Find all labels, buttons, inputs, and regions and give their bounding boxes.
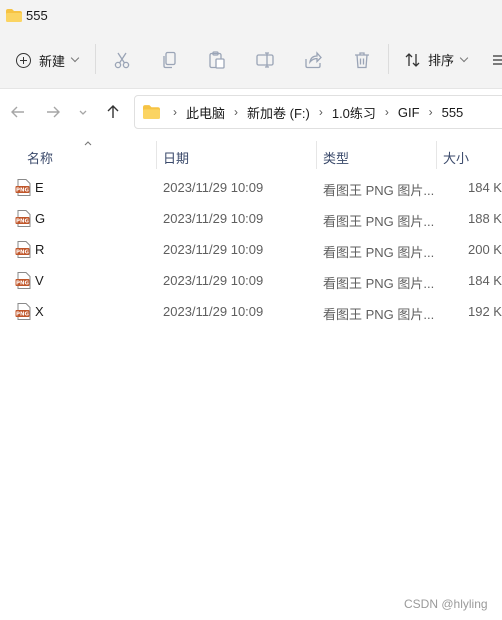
file-name: G <box>35 211 46 226</box>
toolbar-divider <box>388 44 389 74</box>
file-row[interactable]: PNG R 2023/11/29 10:09 看图王 PNG 图片... 200 K <box>0 235 502 266</box>
png-file-icon: PNG <box>15 179 31 196</box>
file-size: 200 K <box>468 242 502 257</box>
folder-icon <box>143 105 160 119</box>
folder-icon <box>6 9 22 22</box>
file-size: 184 K <box>468 180 502 195</box>
sort-icon <box>405 52 420 67</box>
arrow-up-icon <box>107 105 119 118</box>
file-size: 184 K <box>468 273 502 288</box>
file-row[interactable]: PNG G 2023/11/29 10:09 看图王 PNG 图片... 188 K <box>0 204 502 235</box>
new-button[interactable]: 新建 <box>16 49 80 71</box>
breadcrumb-this-pc[interactable]: 此电脑 <box>186 103 225 122</box>
file-row[interactable]: PNG X 2023/11/29 10:09 看图王 PNG 图片... 192 K <box>0 297 502 328</box>
png-file-icon: PNG <box>15 241 31 258</box>
file-date: 2023/11/29 10:09 <box>163 211 264 226</box>
plus-circle-icon <box>16 52 31 68</box>
file-name: V <box>35 273 44 288</box>
address-bar[interactable]: › 此电脑 › 新加卷 (F:) › 1.0练习 › GIF › 555 <box>134 95 502 129</box>
file-type: 看图王 PNG 图片... <box>323 214 435 229</box>
sort-button[interactable]: 排序 <box>404 50 469 69</box>
file-date: 2023/11/29 10:09 <box>163 242 264 257</box>
column-divider[interactable] <box>316 141 317 169</box>
png-file-icon: PNG <box>15 272 31 289</box>
recent-locations-button[interactable] <box>75 101 91 123</box>
chevron-right-icon: › <box>173 105 177 119</box>
column-size[interactable]: 大小 <box>443 148 469 167</box>
breadcrumb-current[interactable]: 555 <box>442 105 464 120</box>
chevron-down-icon <box>70 53 80 63</box>
share-icon[interactable] <box>303 50 323 70</box>
chevron-down-icon <box>459 53 469 62</box>
chevron-right-icon[interactable]: › <box>385 105 389 119</box>
file-name: X <box>35 304 44 319</box>
title-bar: 555 <box>0 0 502 32</box>
file-type: 看图王 PNG 图片... <box>323 183 435 198</box>
svg-text:PNG: PNG <box>16 219 29 225</box>
delete-icon[interactable] <box>352 50 372 70</box>
file-date: 2023/11/29 10:09 <box>163 273 264 288</box>
breadcrumb-drive[interactable]: 新加卷 (F:) <box>247 103 310 122</box>
png-file-icon: PNG <box>15 210 31 227</box>
file-size: 192 K <box>468 304 502 319</box>
svg-text:PNG: PNG <box>16 250 29 256</box>
file-size: 188 K <box>468 211 502 226</box>
navigation-bar: › 此电脑 › 新加卷 (F:) › 1.0练习 › GIF › 555 <box>0 89 502 137</box>
file-date: 2023/11/29 10:09 <box>163 304 264 319</box>
command-bar: 新建 排序 <box>0 32 502 89</box>
chevron-right-icon[interactable]: › <box>234 105 238 119</box>
column-divider[interactable] <box>436 141 437 169</box>
arrow-right-icon <box>47 106 60 118</box>
file-date: 2023/11/29 10:09 <box>163 180 264 195</box>
breadcrumb-folder[interactable]: GIF <box>398 105 420 120</box>
file-row[interactable]: PNG V 2023/11/29 10:09 看图王 PNG 图片... 184 K <box>0 266 502 297</box>
png-file-icon: PNG <box>15 303 31 320</box>
file-row[interactable]: PNG E 2023/11/29 10:09 看图王 PNG 图片... 184 K <box>0 173 502 204</box>
toolbar-divider <box>95 44 96 74</box>
column-name[interactable]: 名称 <box>27 148 53 167</box>
file-type: 看图王 PNG 图片... <box>323 276 435 291</box>
forward-button[interactable] <box>42 101 64 123</box>
file-type: 看图王 PNG 图片... <box>323 307 435 322</box>
up-button[interactable] <box>102 101 124 123</box>
chevron-right-icon[interactable]: › <box>319 105 323 119</box>
back-button[interactable] <box>7 101 29 123</box>
column-date[interactable]: 日期 <box>163 148 189 167</box>
window-title: 555 <box>26 8 48 23</box>
cut-icon[interactable] <box>112 50 132 70</box>
column-type[interactable]: 类型 <box>323 148 349 167</box>
watermark: CSDN @hlyling <box>404 597 488 611</box>
column-header: 名称 日期 类型 大小 <box>0 141 502 169</box>
paste-icon[interactable] <box>207 50 227 70</box>
file-type: 看图王 PNG 图片... <box>323 245 435 260</box>
file-name: R <box>35 242 45 257</box>
more-icon[interactable] <box>493 54 502 66</box>
rename-icon[interactable] <box>255 50 275 70</box>
svg-text:PNG: PNG <box>16 188 29 194</box>
chevron-right-icon[interactable]: › <box>429 105 433 119</box>
new-button-label: 新建 <box>39 53 66 69</box>
sort-ascending-icon <box>84 141 92 146</box>
column-divider[interactable] <box>156 141 157 169</box>
breadcrumb-folder[interactable]: 1.0练习 <box>332 103 376 122</box>
file-name: E <box>35 180 44 195</box>
copy-icon[interactable] <box>160 50 180 70</box>
chevron-down-icon <box>79 110 87 115</box>
arrow-left-icon <box>11 106 24 118</box>
svg-text:PNG: PNG <box>16 281 29 287</box>
svg-text:PNG: PNG <box>16 312 29 318</box>
sort-button-label: 排序 <box>428 53 455 68</box>
